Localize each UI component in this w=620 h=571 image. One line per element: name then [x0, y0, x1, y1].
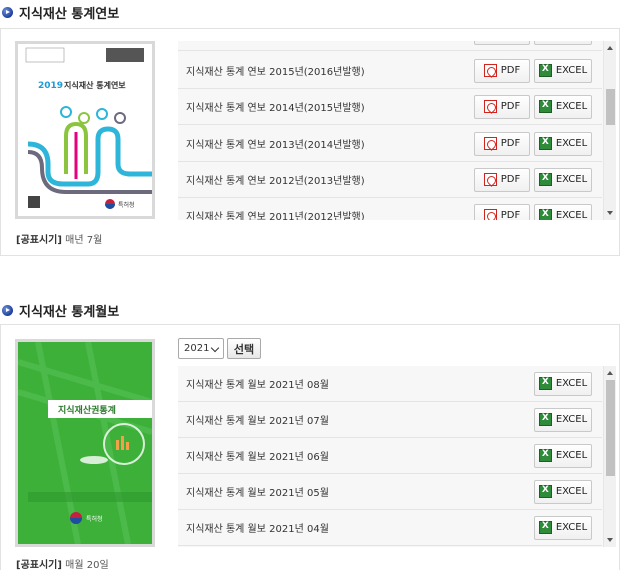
scroll-up-icon[interactable]	[607, 371, 613, 375]
annual-scrollbar[interactable]	[603, 41, 616, 220]
excel-button[interactable]: EXCEL	[534, 371, 592, 396]
excel-button[interactable]: EXCEL	[534, 58, 592, 83]
excel-button[interactable]: EXCEL	[534, 94, 592, 119]
chevron-down-icon	[210, 343, 220, 353]
excel-button[interactable]: EXCEL	[534, 167, 592, 192]
excel-icon	[538, 377, 552, 390]
annual-cover-publisher: 특허청	[118, 201, 135, 209]
scroll-down-icon[interactable]	[607, 538, 613, 542]
excel-button[interactable]: EXCEL	[534, 515, 592, 540]
table-row: 지식재산 통계 연보 2012년(2013년발행) PDF EXCEL	[178, 162, 602, 198]
section-title-monthly: 지식재산 통계월보	[2, 301, 119, 320]
scroll-up-icon[interactable]	[607, 46, 613, 50]
excel-icon	[538, 521, 552, 534]
row-title: 지식재산 통계 연보 2011년(2012년발행)	[186, 212, 365, 220]
table-row: 지식재산 통계 월보 2021년 07월 EXCEL	[178, 402, 602, 438]
bullet-icon	[2, 7, 13, 18]
row-title: 지식재산 통계 연보 2013년(2014년발행)	[186, 140, 365, 151]
table-row	[178, 41, 602, 51]
monthly-cover-title: 지식재산권통계	[58, 404, 116, 416]
pdf-icon	[483, 137, 497, 150]
pdf-button[interactable]: PDF	[474, 58, 530, 83]
monthly-cover-graphic: 지식재산권통계 특허청	[17, 341, 153, 545]
monthly-list[interactable]: 지식재산 통계 월보 2021년 08월 EXCEL 지식재산 통계 월보 20…	[178, 366, 616, 547]
table-row: 지식재산 통계 연보 2014년(2015년발행) PDF EXCEL	[178, 89, 602, 125]
monthly-pub-cycle: [공표시기] 매월 20일	[16, 556, 109, 571]
monthly-cover-image[interactable]: 지식재산권통계 특허청	[15, 339, 155, 547]
row-title: 지식재산 통계 월보 2021년 07월	[186, 416, 329, 427]
annual-pub-cycle: [공표시기] 매년 7월	[16, 231, 102, 246]
monthly-cover-publisher: 특허청	[86, 515, 103, 523]
annual-cover-year: 2019	[38, 81, 63, 91]
monthly-scrollbar[interactable]	[603, 366, 616, 547]
annual-pub-cycle-label: [공표시기]	[16, 235, 62, 246]
select-button[interactable]: 선택	[227, 338, 261, 359]
row-title: 지식재산 통계 월보 2021년 06월	[186, 452, 329, 463]
bullet-icon	[2, 305, 13, 316]
excel-icon	[538, 173, 552, 186]
row-title: 지식재산 통계 월보 2021년 05월	[186, 488, 329, 499]
pdf-button[interactable]: PDF	[474, 94, 530, 119]
annual-cover-graphic: 2019 지식재산 통계연보 특허청	[18, 44, 152, 216]
excel-icon	[538, 449, 552, 462]
excel-button[interactable]: EXCEL	[534, 131, 592, 156]
annual-cover-title: 지식재산 통계연보	[64, 80, 126, 90]
row-title: 지식재산 통계 연보 2015년(2016년발행)	[186, 67, 365, 78]
pdf-icon	[483, 209, 497, 220]
excel-button[interactable]: EXCEL	[534, 443, 592, 468]
excel-button[interactable]	[534, 41, 592, 45]
excel-icon	[538, 485, 552, 498]
table-row: 지식재산 통계 월보 2021년 05월 EXCEL	[178, 474, 602, 510]
pdf-button[interactable]	[474, 41, 530, 45]
year-select-value: 2021	[184, 343, 210, 354]
excel-button[interactable]: EXCEL	[534, 407, 592, 432]
table-row: 지식재산 통계 월보 2021년 06월 EXCEL	[178, 438, 602, 474]
scroll-thumb[interactable]	[606, 380, 615, 476]
excel-icon	[538, 64, 552, 77]
annual-cover-image[interactable]: 2019 지식재산 통계연보 특허청	[15, 41, 155, 219]
table-row: 지식재산 통계 월보 2021년 08월 EXCEL	[178, 366, 602, 402]
monthly-pub-cycle-label: [공표시기]	[16, 560, 62, 571]
monthly-title: 지식재산 통계월보	[19, 305, 120, 320]
pdf-icon	[483, 173, 497, 186]
scroll-thumb[interactable]	[606, 89, 615, 125]
scroll-down-icon[interactable]	[607, 211, 613, 215]
row-title: 지식재산 통계 연보 2012년(2013년발행)	[186, 176, 365, 187]
pdf-icon	[483, 64, 497, 77]
table-row: 지식재산 통계 월보 2021년 04월 EXCEL	[178, 510, 602, 546]
pdf-button[interactable]: PDF	[474, 167, 530, 192]
row-title: 지식재산 통계 월보 2021년 08월	[186, 380, 329, 391]
excel-button[interactable]: EXCEL	[534, 479, 592, 504]
table-row: 지식재산 통계 연보 2015년(2016년발행) PDF EXCEL	[178, 53, 602, 89]
annual-title: 지식재산 통계연보	[19, 7, 120, 22]
pdf-button[interactable]: PDF	[474, 131, 530, 156]
annual-list[interactable]: 지식재산 통계 연보 2015년(2016년발행) PDF EXCEL 지식재산…	[178, 41, 616, 220]
excel-icon	[538, 100, 552, 113]
excel-icon	[538, 413, 552, 426]
table-row: 지식재산 통계 연보 2011년(2012년발행) PDF EXCEL	[178, 198, 602, 220]
row-title: 지식재산 통계 월보 2021년 04월	[186, 524, 329, 535]
table-row: 지식재산 통계 연보 2013년(2014년발행) PDF EXCEL	[178, 126, 602, 162]
pdf-button[interactable]: PDF	[474, 203, 530, 220]
excel-icon	[538, 209, 552, 220]
excel-button[interactable]: EXCEL	[534, 203, 592, 220]
annual-pub-cycle-value: 매년 7월	[65, 235, 103, 246]
year-select[interactable]: 2021	[178, 338, 224, 359]
monthly-pub-cycle-value: 매월 20일	[65, 560, 109, 571]
pdf-icon	[483, 100, 497, 113]
excel-icon	[538, 137, 552, 150]
row-title: 지식재산 통계 연보 2014년(2015년발행)	[186, 103, 365, 114]
section-title-annual: 지식재산 통계연보	[2, 3, 119, 22]
